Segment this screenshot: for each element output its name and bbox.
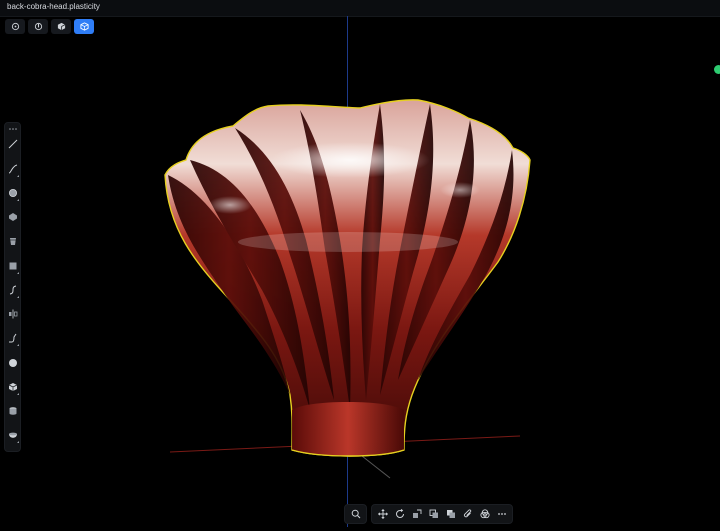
shell-icon bbox=[8, 432, 17, 438]
extrude-icon bbox=[9, 407, 16, 415]
intersect-button[interactable] bbox=[476, 505, 493, 523]
cylinder-icon bbox=[9, 238, 16, 245]
shell-tool-button[interactable] bbox=[5, 426, 20, 444]
boolean-button[interactable] bbox=[442, 505, 459, 523]
cylinder-tool-button[interactable] bbox=[5, 232, 20, 250]
duplicate-button[interactable] bbox=[425, 505, 442, 523]
attach-icon bbox=[463, 509, 471, 518]
circle-tool-button[interactable] bbox=[5, 184, 20, 202]
curve-tool-button[interactable] bbox=[5, 160, 20, 178]
mirror-tool-button[interactable] bbox=[5, 305, 20, 323]
polygon-icon bbox=[8, 213, 17, 221]
line-icon bbox=[8, 139, 17, 149]
box-icon bbox=[9, 262, 16, 270]
status-indicator bbox=[714, 65, 720, 74]
search-group bbox=[344, 504, 367, 524]
move-button[interactable] bbox=[374, 505, 391, 523]
fillet-icon bbox=[8, 333, 16, 343]
polygon-tool-button[interactable] bbox=[5, 208, 20, 226]
circle-icon bbox=[8, 189, 17, 197]
transform-group bbox=[371, 504, 513, 524]
rotate-button[interactable] bbox=[391, 505, 408, 523]
title-bar: back-cobra-head.plasticity bbox=[0, 0, 720, 17]
line-tool-button[interactable] bbox=[5, 135, 20, 153]
more-button[interactable] bbox=[493, 505, 510, 523]
curve-icon bbox=[8, 164, 17, 174]
viewport-canvas bbox=[164, 16, 531, 527]
grip-icon[interactable] bbox=[5, 124, 20, 134]
move-icon bbox=[377, 509, 388, 519]
z-axis-line bbox=[361, 455, 391, 479]
3d-viewport[interactable] bbox=[0, 16, 720, 527]
mirror-icon bbox=[8, 309, 17, 319]
spline-icon bbox=[9, 285, 16, 295]
cube-tool-button[interactable] bbox=[5, 378, 20, 396]
duplicate-icon bbox=[429, 509, 438, 518]
more-icon bbox=[497, 513, 506, 515]
box-tool-button[interactable] bbox=[5, 257, 20, 275]
cobra-head-model[interactable] bbox=[164, 99, 531, 457]
attach-button[interactable] bbox=[459, 505, 476, 523]
spline-tool-button[interactable] bbox=[5, 281, 20, 299]
search-icon bbox=[351, 509, 360, 519]
window-title: back-cobra-head.plasticity bbox=[7, 2, 100, 11]
intersect-icon bbox=[479, 509, 490, 519]
bottom-toolbar bbox=[344, 504, 513, 524]
cube-icon bbox=[8, 383, 17, 391]
sphere-tool-button[interactable] bbox=[5, 354, 20, 372]
extrude-tool-button[interactable] bbox=[5, 402, 20, 420]
boolean-icon bbox=[446, 510, 455, 518]
scale-button[interactable] bbox=[408, 505, 425, 523]
rotate-icon bbox=[395, 509, 404, 518]
fillet-tool-button[interactable] bbox=[5, 329, 20, 347]
search-button[interactable] bbox=[347, 505, 364, 523]
sphere-icon bbox=[8, 359, 17, 367]
left-toolbar bbox=[4, 122, 21, 452]
scale-icon bbox=[412, 509, 421, 518]
